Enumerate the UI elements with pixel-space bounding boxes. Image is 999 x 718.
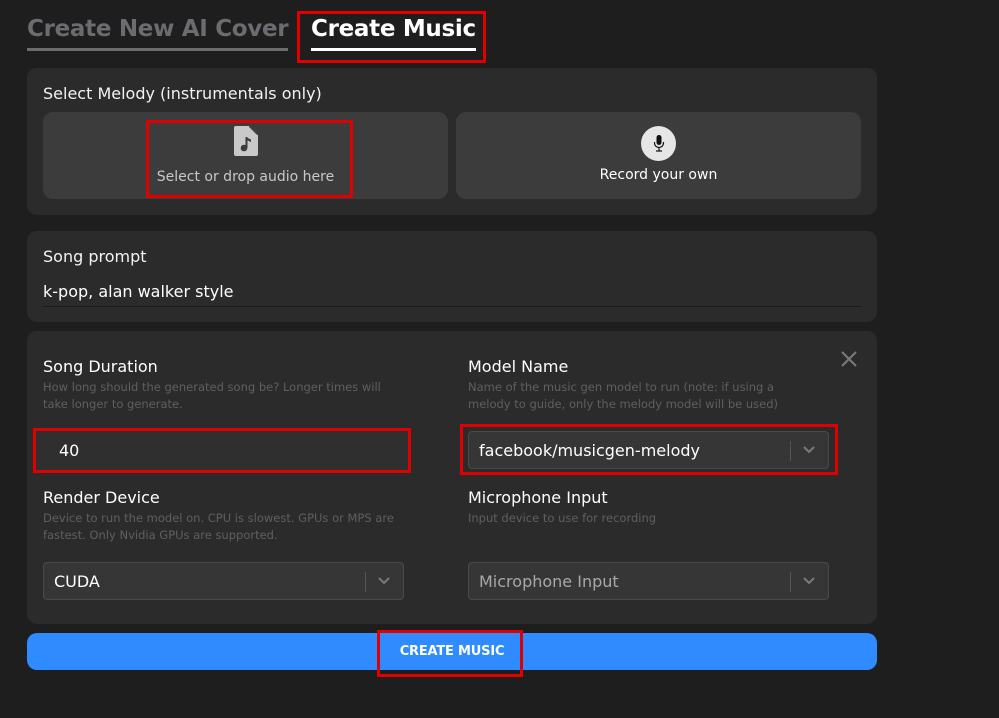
close-icon[interactable]: [839, 349, 859, 369]
song-prompt-label: Song prompt: [43, 247, 147, 266]
model-name-help: Name of the music gen model to run (note…: [468, 380, 779, 411]
create-music-page: Create New AI Cover Create Music Select …: [0, 0, 999, 718]
render-device-value: CUDA: [54, 572, 100, 591]
render-device-help: Device to run the model on. CPU is slowe…: [43, 511, 394, 542]
upload-label: Select or drop audio here: [156, 169, 335, 185]
chevron-down-icon: [378, 577, 390, 585]
mic-circle: [641, 126, 676, 161]
tab-create-new-ai-cover[interactable]: Create New AI Cover: [27, 16, 289, 51]
song-duration-input[interactable]: [35, 428, 409, 472]
song-prompt-panel: Song prompt: [27, 231, 877, 322]
audio-file-icon: [234, 126, 258, 156]
microphone-input-label: Microphone Input: [468, 488, 608, 507]
melody-title: Select Melody (instrumentals only): [43, 84, 322, 103]
microphone-input-select[interactable]: Microphone Input: [468, 562, 829, 600]
song-prompt-input[interactable]: [43, 277, 861, 307]
record-label: Record your own: [599, 167, 718, 183]
settings-panel: Song Duration How long should the genera…: [27, 331, 877, 624]
song-duration-label: Song Duration: [43, 357, 158, 376]
song-duration-help: How long should the generated song be? L…: [43, 380, 381, 411]
chevron-down-icon: [803, 577, 815, 585]
microphone-input-help: Input device to use for recording: [468, 511, 657, 525]
render-device-select[interactable]: CUDA: [43, 562, 404, 600]
record-button[interactable]: Record your own: [456, 112, 861, 199]
chevron-down-icon: [803, 446, 815, 454]
audio-dropzone[interactable]: Select or drop audio here: [43, 112, 448, 199]
microphone-input-placeholder: Microphone Input: [479, 572, 619, 591]
render-device-label: Render Device: [43, 488, 160, 507]
model-name-select[interactable]: facebook/musicgen-melody: [468, 431, 829, 469]
select-separator: [365, 572, 366, 592]
select-separator: [790, 441, 791, 461]
melody-panel: Select Melody (instrumentals only) Selec…: [27, 68, 877, 215]
model-name-value: facebook/musicgen-melody: [479, 441, 700, 460]
select-separator: [790, 572, 791, 592]
tab-create-music[interactable]: Create Music: [311, 16, 476, 51]
create-music-button[interactable]: CREATE MUSIC: [27, 633, 877, 670]
model-name-label: Model Name: [468, 357, 569, 376]
microphone-icon: [653, 134, 664, 152]
